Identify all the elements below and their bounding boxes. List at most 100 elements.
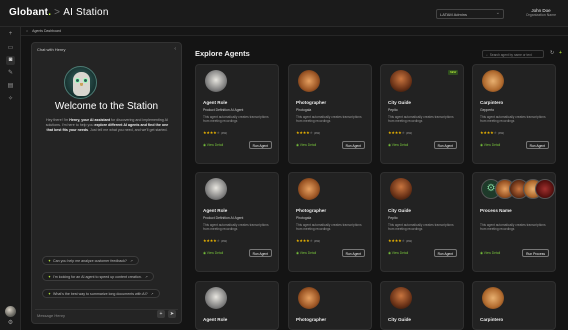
refresh-icon[interactable]: ↻: [550, 50, 554, 56]
app-title: AI Station: [63, 7, 109, 18]
sparkle-icon: ✦: [48, 275, 52, 279]
agent-description: This agent automatically creates transcr…: [480, 115, 546, 124]
arrow-icon: ↗: [129, 259, 133, 263]
agent-org: Pepito: [388, 216, 398, 220]
agent-avatar: [298, 287, 320, 309]
agent-name: Carpintero: [480, 317, 504, 322]
run-agent-button[interactable]: Run Agent: [433, 249, 457, 257]
agent-org: Gepperto: [480, 108, 495, 112]
agent-name: Photographer: [296, 208, 327, 213]
run-agent-button[interactable]: Run Agent: [248, 249, 272, 257]
settings-icon[interactable]: ⚙: [6, 319, 15, 328]
view-detail-link[interactable]: ◉ View Detail: [480, 143, 500, 147]
agent-name: Carpintero: [480, 100, 504, 105]
star-icon: ★★★★: [480, 130, 494, 135]
agent-card[interactable]: City Guide: [380, 281, 464, 330]
agent-avatar: [298, 70, 320, 92]
collapse-icon[interactable]: ‹: [174, 46, 176, 52]
assistant-avatar: [64, 66, 97, 99]
attach-icon[interactable]: +: [157, 310, 165, 318]
rating-stars: ★★★★★(452): [296, 130, 320, 135]
intro-text: Hey there! I'm Henry, your AI assistant …: [45, 118, 169, 132]
rating-stars: ★★★★★(452): [388, 130, 412, 135]
agent-name: Process Name: [480, 208, 512, 213]
agent-card[interactable]: Carpintero: [472, 281, 556, 330]
send-icon[interactable]: ➤: [168, 310, 176, 318]
agent-name: Photographer: [296, 100, 327, 105]
avatar[interactable]: [5, 306, 16, 317]
view-detail-link[interactable]: ◉ View Detail: [296, 143, 316, 147]
agent-description: This agent automatically creates transcr…: [296, 115, 362, 124]
agent-org: Pepito: [388, 108, 398, 112]
agent-org: Photogala: [296, 108, 312, 112]
region-select[interactable]: LATAM Admins ⌄: [436, 9, 504, 19]
view-detail-link[interactable]: ◉ View Detail: [203, 143, 223, 147]
agent-card[interactable]: Agent Role Product Definition AI Agent Thi…: [195, 172, 279, 272]
plus-icon[interactable]: +: [6, 30, 15, 39]
rating-count: (452): [497, 131, 504, 135]
agent-avatar: [482, 70, 504, 92]
agent-card[interactable]: ⚙ Process Name This agent automatically cr…: [472, 172, 556, 272]
brush-icon[interactable]: ✎: [6, 69, 15, 78]
sparkle-icon: ✦: [48, 292, 52, 296]
breadcrumb: ⌂ Agents Dashboard: [21, 27, 568, 36]
view-detail-link[interactable]: ◉ View Detail: [388, 251, 408, 255]
brand-logo[interactable]: Globant. > AI Station: [9, 7, 109, 18]
welcome-heading: Welcome to the Station: [54, 101, 159, 112]
agent-avatar: [205, 70, 227, 92]
star-empty-icon: ★: [216, 130, 221, 135]
run-process-button[interactable]: Run Process: [522, 249, 549, 257]
agent-description: This agent automatically creates transcr…: [203, 115, 269, 124]
view-detail-link[interactable]: ◉ View Detail: [296, 251, 316, 255]
breadcrumb-page[interactable]: Agents Dashboard: [32, 29, 61, 33]
view-detail-link[interactable]: ◉ View Detail: [388, 143, 408, 147]
agent-card[interactable]: NEW City Guide Pepito This agent automatica…: [380, 64, 464, 164]
sparkle-icon: ✦: [48, 259, 52, 263]
home-icon[interactable]: ⌂: [26, 29, 28, 33]
search-icon: ⌕: [486, 52, 488, 57]
run-agent-button[interactable]: Run Agent: [525, 141, 549, 149]
user-role: Organization Name: [525, 13, 557, 17]
run-agent-button[interactable]: Run Agent: [433, 141, 457, 149]
run-agent-button[interactable]: Run Agent: [248, 141, 272, 149]
star-icon: ★★★★: [203, 130, 217, 135]
star-empty-icon: ★: [309, 130, 314, 135]
rating-count: (452): [220, 131, 227, 135]
view-detail-link[interactable]: ◉ View Detail: [203, 251, 223, 255]
new-badge: NEW: [448, 70, 458, 75]
suggestion-chip[interactable]: ✦ Can you help me analyze customer feedba…: [42, 256, 139, 265]
inbox-icon[interactable]: ▤: [6, 82, 15, 91]
agent-name: Photographer: [296, 317, 327, 322]
agent-card[interactable]: City Guide Pepito This agent automatically…: [380, 172, 464, 272]
robot-icon[interactable]: ◙: [6, 56, 15, 65]
agent-description: This agent automatically creates transcr…: [388, 223, 454, 232]
process-avatars: ⚙: [481, 179, 555, 203]
user-menu[interactable]: John Doe Organization Name: [523, 8, 559, 18]
search-input[interactable]: ⌕ Search agent by name or text: [482, 50, 544, 58]
suggestion-chip[interactable]: ✦ I'm looking for an AI agent to speed up…: [42, 272, 154, 281]
rating-count: (452): [313, 239, 320, 243]
region-value: LATAM Admins: [440, 12, 467, 17]
agent-card[interactable]: Carpintero Gepperto This agent automatical…: [472, 64, 556, 164]
star-empty-icon: ★: [401, 238, 406, 243]
magic-icon[interactable]: ✧: [6, 95, 15, 104]
agent-card[interactable]: Photographer Photogala This agent automati…: [288, 172, 372, 272]
chat-panel: Chat with Henry ‹: [31, 42, 182, 324]
chat-icon[interactable]: ▭: [6, 44, 15, 53]
suggestion-chip[interactable]: ✦ What's the best way to summarize long d…: [42, 289, 160, 298]
star-empty-icon: ★: [493, 130, 498, 135]
agent-card[interactable]: Agent Role: [195, 281, 279, 330]
run-agent-button[interactable]: Run Agent: [341, 141, 365, 149]
agent-card[interactable]: Photographer Photogala This agent automati…: [288, 64, 372, 164]
agent-card[interactable]: Agent Role Product Definition AI Agent Thi…: [195, 64, 279, 164]
arrow-icon: ↗: [150, 292, 154, 296]
agent-name: Agent Role: [203, 208, 228, 213]
agent-name: City Guide: [388, 208, 411, 213]
star-icon: ★★★★: [203, 238, 217, 243]
agent-card[interactable]: Photographer: [288, 281, 372, 330]
agent-avatar: [390, 178, 412, 200]
add-icon[interactable]: +: [559, 50, 562, 56]
view-detail-link[interactable]: ◉ View Detail: [480, 251, 500, 255]
run-agent-button[interactable]: Run Agent: [341, 249, 365, 257]
star-icon: ★★★★: [388, 238, 402, 243]
